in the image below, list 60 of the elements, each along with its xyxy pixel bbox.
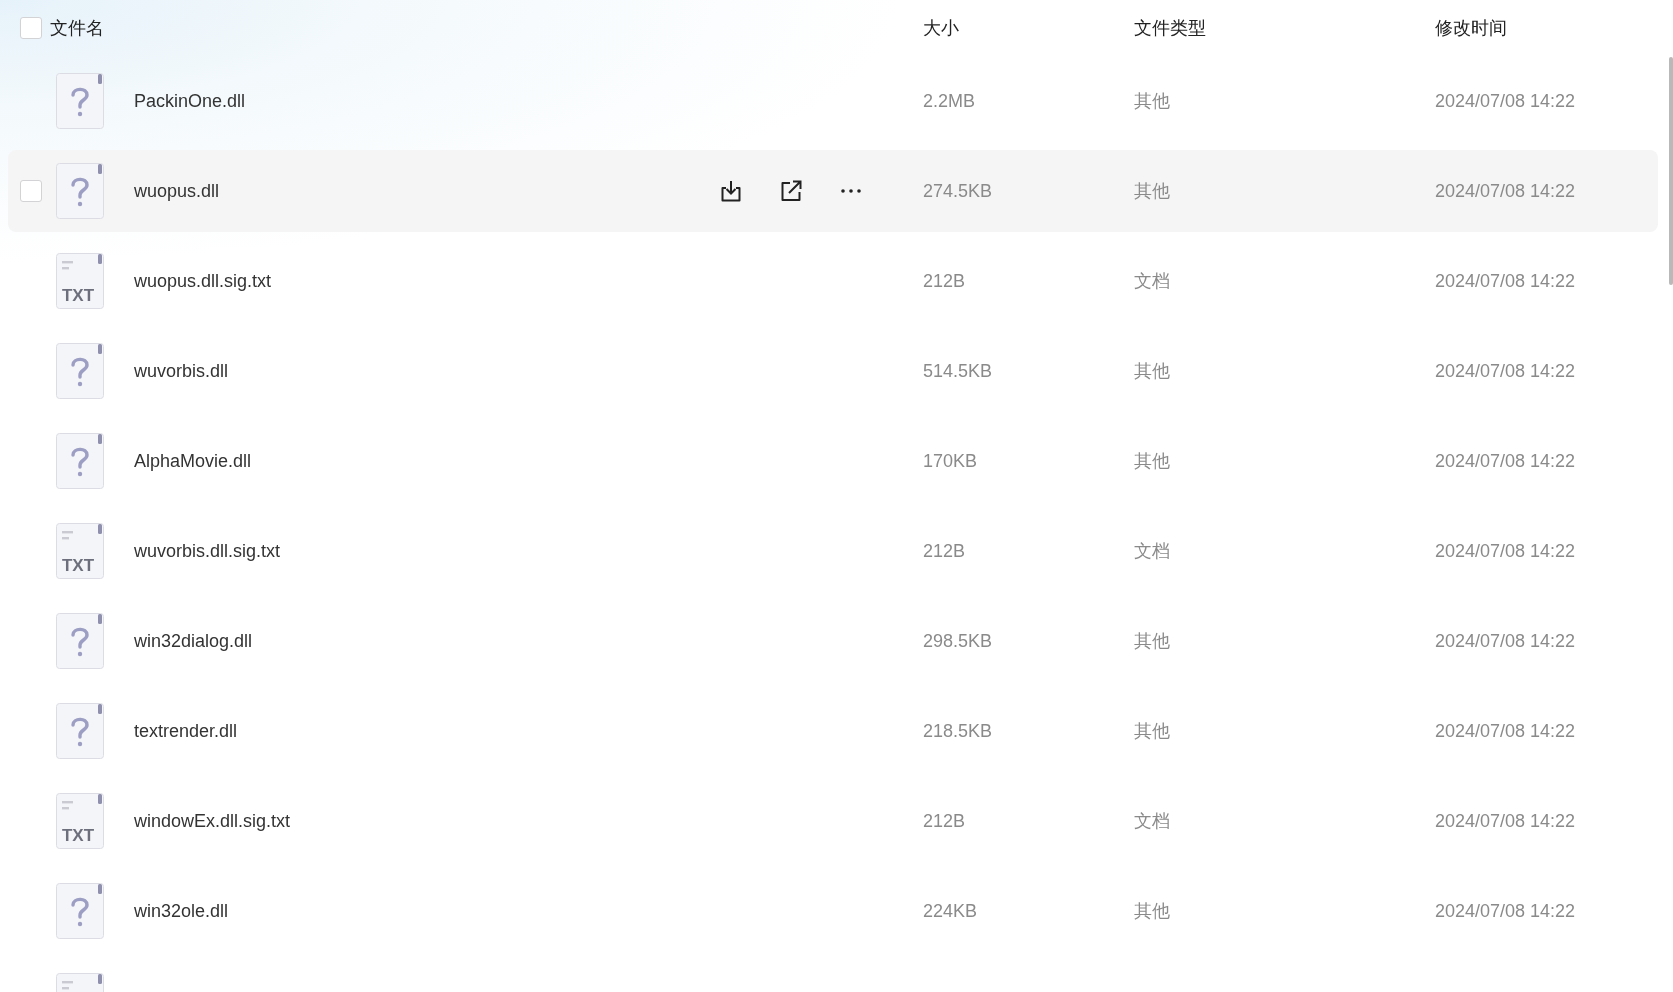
file-type: 其他 xyxy=(1134,179,1171,203)
question-file-icon xyxy=(56,73,104,129)
file-type: 其他 xyxy=(1134,359,1171,383)
file-type: 文档 xyxy=(1134,539,1171,563)
file-name[interactable]: wuvorbis.dll xyxy=(134,357,708,385)
file-name[interactable]: wuopus.dll xyxy=(134,177,708,205)
file-name[interactable]: wuopus.dll.sig.txt xyxy=(134,267,708,295)
column-header[interactable]: 修改时间 xyxy=(1435,14,1658,42)
checkbox[interactable] xyxy=(20,180,42,202)
modified-time: 2024/07/08 14:22 xyxy=(1435,179,1577,203)
file-size: 170KB xyxy=(923,449,979,473)
file-size: 298.5KB xyxy=(923,629,994,653)
question-file-icon xyxy=(56,703,104,759)
modified-time: 2024/07/08 14:22 xyxy=(1435,899,1577,923)
question-file-icon xyxy=(56,163,104,219)
text-file-icon: TXT xyxy=(56,793,104,849)
scrollbar-thumb[interactable] xyxy=(1669,57,1673,285)
file-name[interactable]: win32dialog.dll xyxy=(134,627,708,655)
file-size: 514.5KB xyxy=(923,359,994,383)
text-file-icon: TXT xyxy=(56,523,104,579)
question-file-icon xyxy=(56,883,104,939)
download-icon[interactable] xyxy=(720,180,742,202)
file-size: 212B xyxy=(923,269,967,293)
modified-time: 2024/07/08 14:22 xyxy=(1435,719,1577,743)
file-type: 其他 xyxy=(1134,899,1171,923)
question-file-icon xyxy=(56,433,104,489)
file-type: 文档 xyxy=(1134,809,1171,833)
file-size: 2.2MB xyxy=(923,89,977,113)
modified-time: 2024/07/08 14:22 xyxy=(1435,629,1577,653)
file-size: 224KB xyxy=(923,899,979,923)
file-size: 212B xyxy=(923,809,967,833)
file-type: 文档 xyxy=(1134,269,1171,293)
column-header[interactable]: 文件类型 xyxy=(1134,14,1435,42)
file-row[interactable]: wuopus.dll 274.5KB 其他 2024/07/08 14:22 xyxy=(8,150,1658,232)
modified-time: 2024/07/08 14:22 xyxy=(1435,359,1577,383)
file-name[interactable]: AlphaMovie.dll xyxy=(134,447,708,475)
file-type: 其他 xyxy=(1134,449,1171,473)
file-name[interactable]: PackinOne.dll xyxy=(134,87,708,115)
modified-time: 2024/07/08 14:22 xyxy=(1435,449,1577,473)
checkbox[interactable] xyxy=(20,17,42,39)
file-size: 218.5KB xyxy=(923,719,994,743)
file-name[interactable]: windowEx.dll.sig.txt xyxy=(134,807,708,835)
file-size: 212B xyxy=(923,539,967,563)
file-name[interactable]: textrender.dll xyxy=(134,717,708,745)
modified-time: 2024/07/08 14:22 xyxy=(1435,89,1577,113)
file-type: 其他 xyxy=(1134,719,1171,743)
modified-time: 2024/07/08 14:22 xyxy=(1435,539,1577,563)
file-size: 274.5KB xyxy=(923,179,994,203)
modified-time: 2024/07/08 14:22 xyxy=(1435,809,1577,833)
file-type: 其他 xyxy=(1134,89,1171,113)
file-name[interactable]: win32ole.dll xyxy=(134,897,708,925)
column-header[interactable]: 文件名 xyxy=(50,14,923,42)
share-icon[interactable] xyxy=(780,180,802,202)
question-file-icon xyxy=(56,613,104,669)
question-file-icon xyxy=(56,343,104,399)
column-header[interactable]: 大小 xyxy=(923,14,1134,42)
file-type: 其他 xyxy=(1134,629,1171,653)
modified-time: 2024/07/08 14:22 xyxy=(1435,269,1577,293)
file-name[interactable]: wuvorbis.dll.sig.txt xyxy=(134,537,708,565)
text-file-icon: TXT xyxy=(56,253,104,309)
